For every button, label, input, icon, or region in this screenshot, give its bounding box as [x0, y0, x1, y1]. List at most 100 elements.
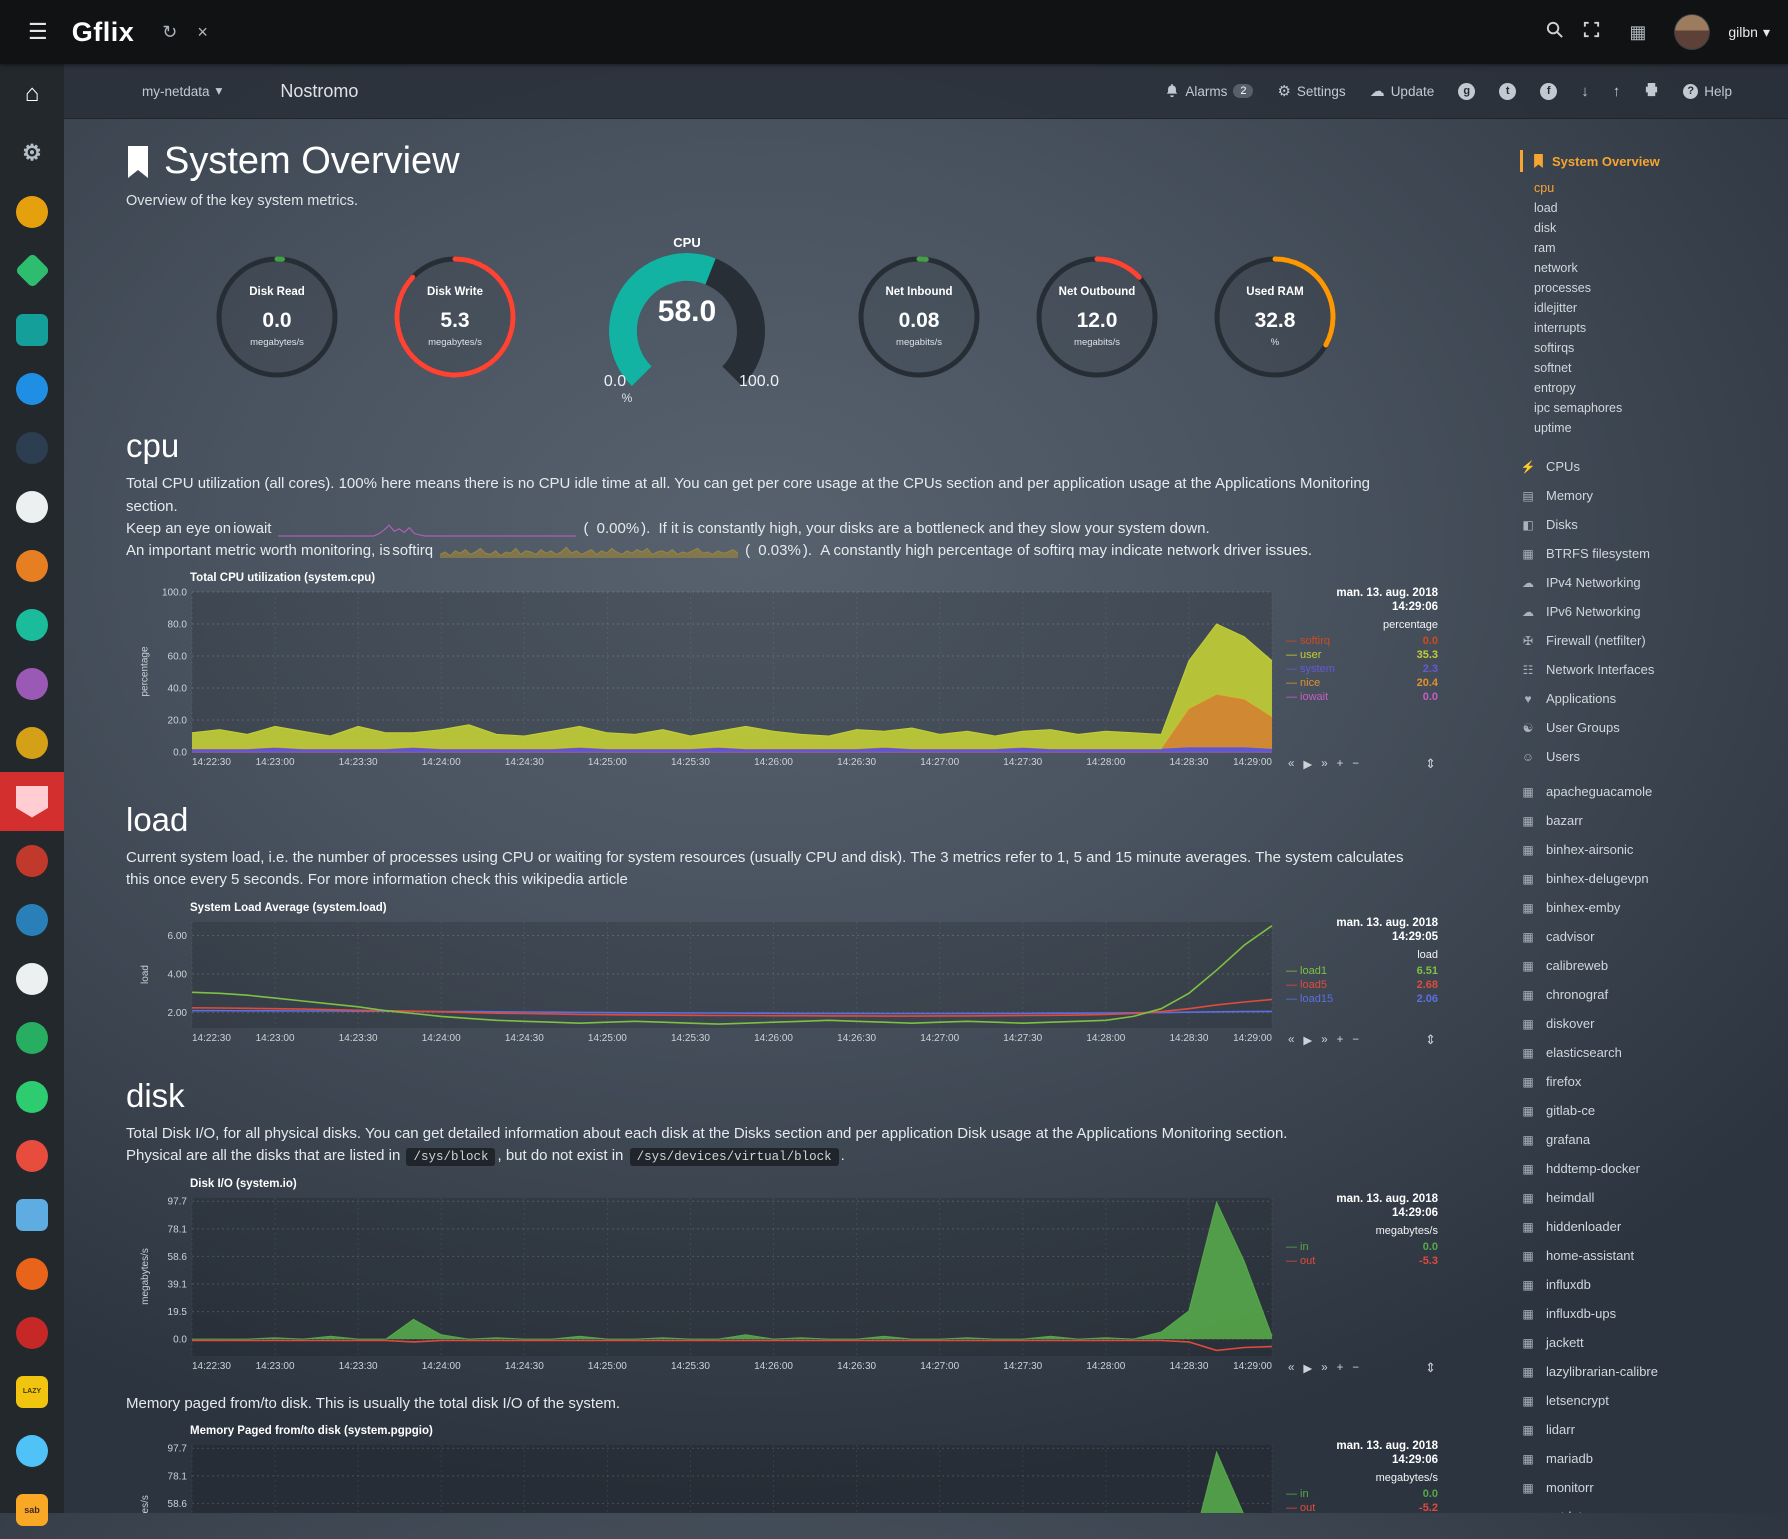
nav-sub-item[interactable]: softirqs: [1534, 338, 1788, 358]
nav-app-item[interactable]: ▦ diskover: [1520, 1009, 1788, 1038]
facebook-icon[interactable]: f: [1540, 83, 1557, 100]
load-average-chart[interactable]: System Load Average (system.load) load 6…: [146, 902, 1456, 1051]
nav-sub-item[interactable]: ram: [1534, 238, 1788, 258]
softirq-sparkline[interactable]: [439, 544, 739, 558]
nav-section-item[interactable]: ✠ Firewall (netfilter): [1520, 626, 1788, 655]
disk-io-chart[interactable]: Disk I/O (system.io) megabytes/s 97.778.…: [146, 1178, 1456, 1379]
apps-grid-icon[interactable]: ▦: [1629, 22, 1646, 43]
nav-app-item[interactable]: ▦ lazylibrarian-calibre: [1520, 1357, 1788, 1386]
sidebar-app[interactable]: [0, 418, 64, 477]
sidebar-app[interactable]: [0, 1421, 64, 1480]
nav-sub-item[interactable]: entropy: [1534, 378, 1788, 398]
sidebar-app[interactable]: [0, 359, 64, 418]
pan-forward-button[interactable]: »: [1321, 1362, 1327, 1374]
nav-app-item[interactable]: ▦ firefox: [1520, 1067, 1788, 1096]
legend-row[interactable]: — load152.06: [1286, 992, 1438, 1006]
user-menu[interactable]: gilbn ▾: [1728, 24, 1770, 41]
sidebar-app[interactable]: [0, 654, 64, 713]
sidebar-app[interactable]: [0, 241, 64, 300]
nav-app-item[interactable]: ▦ calibreweb: [1520, 951, 1788, 980]
play-button[interactable]: ▶: [1303, 1361, 1312, 1375]
disk-write-gauge[interactable]: Disk Write5.3megabytes/s: [389, 251, 521, 388]
legend-row[interactable]: — nice20.4: [1286, 676, 1438, 690]
nav-section-item[interactable]: ☯ User Groups: [1520, 713, 1788, 742]
pan-forward-button[interactable]: »: [1321, 758, 1327, 770]
search-icon[interactable]: [1545, 20, 1564, 44]
zoom-out-button[interactable]: −: [1352, 1034, 1359, 1046]
sidebar-app[interactable]: [0, 1185, 64, 1244]
nav-app-item[interactable]: ▦ monitorr: [1520, 1473, 1788, 1502]
nav-section-item[interactable]: ◧ Disks: [1520, 510, 1788, 539]
export-icon[interactable]: ↑: [1613, 83, 1621, 100]
nav-app-item[interactable]: ▦ influxdb: [1520, 1270, 1788, 1299]
zoom-in-button[interactable]: +: [1337, 1034, 1344, 1046]
nav-sub-item[interactable]: network: [1534, 258, 1788, 278]
nav-app-item[interactable]: ▦ mariadb: [1520, 1444, 1788, 1473]
chart-plot[interactable]: 97.778.158.639.119.50.014:22:3014:23:001…: [146, 1439, 1276, 1513]
sidebar-app[interactable]: [0, 1008, 64, 1067]
nav-app-item[interactable]: ▦ binhex-delugevpn: [1520, 864, 1788, 893]
nav-section-item[interactable]: ☷ Network Interfaces: [1520, 655, 1788, 684]
nav-app-item[interactable]: ▦ bazarr: [1520, 806, 1788, 835]
nav-app-item[interactable]: ▦ chronograf: [1520, 980, 1788, 1009]
sidebar-app[interactable]: ⌂: [0, 64, 64, 123]
resize-handle[interactable]: ⇕: [1425, 756, 1436, 772]
nav-app-item[interactable]: ▦ influxdb-ups: [1520, 1299, 1788, 1328]
sidebar-app[interactable]: [0, 1126, 64, 1185]
sidebar-app[interactable]: [0, 182, 64, 241]
net-inbound-gauge[interactable]: Net Inbound0.08megabits/s: [853, 251, 985, 388]
nav-app-item[interactable]: ▦ letsencrypt: [1520, 1386, 1788, 1415]
sidebar-app[interactable]: [0, 1067, 64, 1126]
sidebar-app[interactable]: [0, 772, 64, 831]
nav-section-item[interactable]: ☺ Users: [1520, 742, 1788, 771]
legend-row[interactable]: — out-5.3: [1286, 1254, 1438, 1268]
legend-row[interactable]: — load16.51: [1286, 964, 1438, 978]
legend-row[interactable]: — softirq0.0: [1286, 634, 1438, 648]
sidebar-app[interactable]: ⚙: [0, 123, 64, 182]
twitter-icon[interactable]: t: [1499, 83, 1516, 100]
close-icon[interactable]: ×: [197, 22, 208, 43]
pan-backward-button[interactable]: «: [1288, 1034, 1294, 1046]
nav-sub-item[interactable]: uptime: [1534, 418, 1788, 438]
nav-sub-item[interactable]: cpu: [1534, 178, 1788, 198]
import-icon[interactable]: ↓: [1581, 83, 1589, 100]
zoom-in-button[interactable]: +: [1337, 1362, 1344, 1374]
sidebar-app[interactable]: [0, 477, 64, 536]
pan-forward-button[interactable]: »: [1321, 1034, 1327, 1046]
resize-handle[interactable]: ⇕: [1425, 1032, 1436, 1048]
legend-row[interactable]: — iowait0.0: [1286, 690, 1438, 704]
chart-plot[interactable]: 100.080.060.040.020.00.014:22:3014:23:00…: [146, 586, 1276, 775]
play-button[interactable]: ▶: [1303, 1033, 1312, 1047]
nav-app-item[interactable]: ▦ binhex-emby: [1520, 893, 1788, 922]
nav-section-item[interactable]: ☁ IPv6 Networking: [1520, 597, 1788, 626]
nav-sub-item[interactable]: load: [1534, 198, 1788, 218]
nav-section-item[interactable]: ♥ Applications: [1520, 684, 1788, 713]
nav-section-item[interactable]: ▦ BTRFS filesystem: [1520, 539, 1788, 568]
used-ram-gauge[interactable]: Used RAM32.8%: [1209, 251, 1341, 388]
nav-system-overview[interactable]: System Overview: [1520, 150, 1788, 172]
settings-button[interactable]: ⚙ Settings: [1277, 82, 1345, 100]
chart-plot[interactable]: 97.778.158.639.119.50.014:22:3014:23:001…: [146, 1192, 1276, 1379]
nav-sub-item[interactable]: idlejitter: [1534, 298, 1788, 318]
pan-backward-button[interactable]: «: [1288, 758, 1294, 770]
play-button[interactable]: ▶: [1303, 757, 1312, 771]
legend-row[interactable]: — load52.68: [1286, 978, 1438, 992]
nav-app-item[interactable]: ▦ home-assistant: [1520, 1241, 1788, 1270]
zoom-out-button[interactable]: −: [1352, 758, 1359, 770]
disk-read-gauge[interactable]: Disk Read0.0megabytes/s: [211, 251, 343, 388]
resize-handle[interactable]: ⇕: [1425, 1360, 1436, 1376]
nav-app-item[interactable]: ▦ lidarr: [1520, 1415, 1788, 1444]
nav-sub-item[interactable]: processes: [1534, 278, 1788, 298]
nav-sub-item[interactable]: ipc semaphores: [1534, 398, 1788, 418]
nav-sub-item[interactable]: disk: [1534, 218, 1788, 238]
nav-app-item[interactable]: ▦ netdata: [1520, 1502, 1788, 1513]
nav-section-item[interactable]: ▤ Memory: [1520, 481, 1788, 510]
legend-row[interactable]: — out-5.2: [1286, 1501, 1438, 1513]
nav-app-item[interactable]: ▦ hiddenloader: [1520, 1212, 1788, 1241]
nav-app-item[interactable]: ▦ binhex-airsonic: [1520, 835, 1788, 864]
chart-plot[interactable]: 6.004.002.0014:22:3014:23:0014:23:3014:2…: [146, 916, 1276, 1051]
refresh-icon[interactable]: ↻: [162, 22, 177, 43]
nav-app-item[interactable]: ▦ heimdall: [1520, 1183, 1788, 1212]
nav-app-item[interactable]: ▦ apacheguacamole: [1520, 777, 1788, 806]
pan-backward-button[interactable]: «: [1288, 1362, 1294, 1374]
